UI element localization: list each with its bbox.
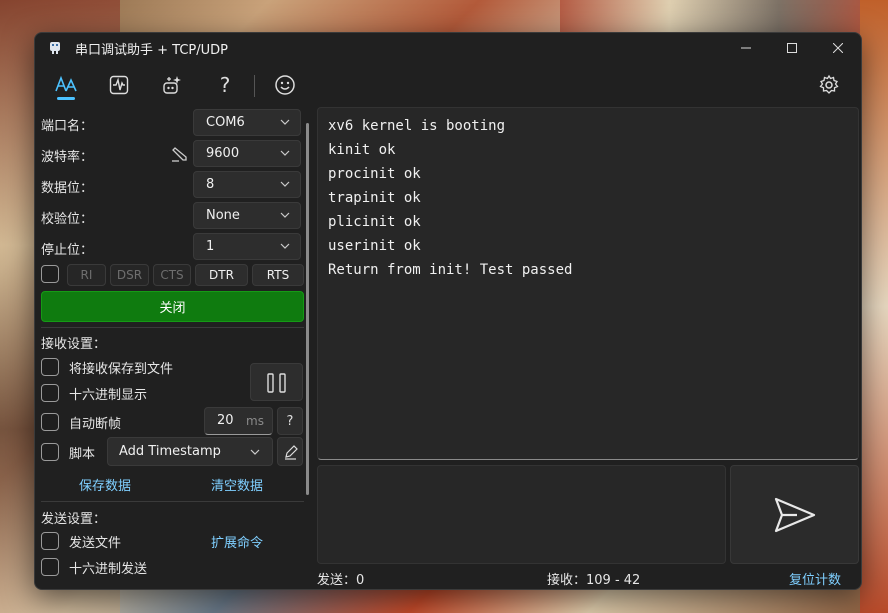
output-line: xv6 kernel is booting [328, 118, 506, 134]
divider [41, 501, 304, 502]
settings-panel: 端口名： COM6 波特率： 9600 数据位： 8 校验位： None 停止位… [35, 107, 311, 589]
signal-dsr: DSR [110, 264, 149, 286]
output-line: procinit ok [328, 166, 421, 182]
help-icon: ? [219, 73, 231, 97]
smiley-icon [275, 75, 295, 95]
auto-frame-checkbox[interactable] [41, 413, 59, 431]
save-to-file-checkbox[interactable] [41, 358, 59, 376]
receive-settings-title: 接收设置： [41, 337, 107, 352]
frame-interval-unit: ms [246, 414, 264, 428]
signal-ri: RI [67, 264, 106, 286]
maximize-icon [787, 43, 797, 53]
chevron-down-icon [280, 181, 290, 187]
script-label: 脚本 [69, 447, 96, 462]
tab-waveform[interactable] [103, 69, 135, 101]
databits-select[interactable]: 8 [193, 171, 301, 198]
hex-send-label: 十六进制发送 [69, 562, 148, 577]
send-file-checkbox[interactable] [41, 532, 59, 550]
gear-icon [819, 74, 839, 94]
databits-label: 数据位： [41, 181, 94, 196]
baud-select[interactable]: 9600 [193, 140, 301, 167]
send-icon [774, 497, 815, 532]
divider [41, 327, 304, 328]
save-data-button[interactable]: 保存数据 [79, 475, 131, 494]
receive-output[interactable]: xv6 kernel is booting kinit ok procinit … [317, 107, 859, 460]
close-window-button[interactable] [815, 33, 861, 63]
databits-value: 8 [206, 177, 215, 192]
hex-send-checkbox[interactable] [41, 558, 59, 576]
script-checkbox[interactable] [41, 443, 59, 461]
window-title: 串口调试助手 + TCP/UDP [75, 43, 228, 58]
baud-label: 波特率： [41, 150, 94, 165]
toolbar-divider [254, 75, 255, 97]
signal-cts: CTS [153, 264, 191, 286]
pen-icon [285, 445, 298, 460]
settings-scrollbar[interactable] [306, 123, 309, 495]
auto-frame-label: 自动断帧 [69, 417, 122, 432]
script-value: Add Timestamp [119, 444, 221, 459]
output-line: trapinit ok [328, 190, 421, 206]
wallpaper-shape [860, 0, 888, 613]
send-button[interactable] [730, 465, 859, 564]
chevron-down-icon [250, 449, 260, 455]
hex-display-checkbox[interactable] [41, 384, 59, 402]
port-select[interactable]: COM6 [193, 109, 301, 136]
script-select[interactable]: Add Timestamp [107, 437, 273, 466]
clear-data-button[interactable]: 清空数据 [211, 475, 263, 494]
parity-select[interactable]: None [193, 202, 301, 229]
port-label: 端口名： [41, 119, 94, 134]
app-logo-icon [50, 42, 60, 54]
pause-icon [267, 373, 286, 393]
edit-baud-icon[interactable] [170, 145, 188, 163]
output-line: userinit ok [328, 238, 421, 254]
baud-value: 9600 [206, 146, 240, 161]
send-settings-title: 发送设置： [41, 512, 107, 527]
stopbits-value: 1 [206, 239, 215, 254]
parity-value: None [206, 208, 240, 223]
sparkle-icon [163, 76, 181, 94]
edit-script-button[interactable] [277, 437, 303, 466]
output-line: kinit ok [328, 142, 396, 158]
font-icon [55, 75, 77, 92]
frame-interval-value: 20 [217, 413, 234, 428]
close-port-button[interactable]: 关闭 [41, 291, 304, 322]
app-window: 串口调试助手 + TCP/UDP ? 端口名： COM6 波特率： 9600 数… [34, 32, 862, 590]
title-bar[interactable]: 串口调试助手 + TCP/UDP [35, 33, 861, 63]
chevron-down-icon [280, 119, 290, 125]
output-line: plicinit ok [328, 214, 421, 230]
waveform-icon [109, 75, 129, 95]
reset-count-button[interactable]: 复位计数 [789, 569, 841, 588]
toolbar: ? [35, 63, 861, 107]
chevron-down-icon [280, 243, 290, 249]
port-value: COM6 [206, 115, 245, 130]
stopbits-label: 停止位： [41, 243, 94, 258]
chevron-down-icon [280, 150, 290, 156]
save-to-file-label: 将接收保存到文件 [69, 362, 174, 377]
frame-help-button[interactable]: ? [277, 407, 303, 435]
settings-button[interactable] [813, 69, 845, 101]
dtr-button[interactable]: DTR [195, 264, 248, 286]
chevron-down-icon [280, 212, 290, 218]
pause-button[interactable] [250, 363, 303, 401]
extended-commands-button[interactable]: 扩展命令 [211, 532, 263, 551]
tab-about[interactable] [269, 69, 301, 101]
hex-display-label: 十六进制显示 [69, 388, 148, 403]
send-input[interactable] [317, 465, 726, 564]
minimize-icon [741, 47, 751, 49]
tab-help[interactable]: ? [209, 69, 241, 101]
signals-checkbox[interactable] [41, 265, 59, 283]
frame-interval-input[interactable]: 20 ms [204, 407, 273, 435]
send-file-label: 发送文件 [69, 536, 122, 551]
received-count: 接收：109 - 42 [547, 573, 641, 588]
maximize-button[interactable] [769, 33, 815, 63]
minimize-button[interactable] [723, 33, 769, 63]
parity-label: 校验位： [41, 212, 94, 227]
sent-count: 发送：0 [317, 573, 365, 588]
active-tab-indicator [57, 97, 75, 100]
rts-button[interactable]: RTS [252, 264, 304, 286]
tab-extras[interactable] [156, 69, 188, 101]
stopbits-select[interactable]: 1 [193, 233, 301, 260]
output-line: Return from init! Test passed [328, 262, 573, 278]
close-icon [833, 43, 843, 53]
